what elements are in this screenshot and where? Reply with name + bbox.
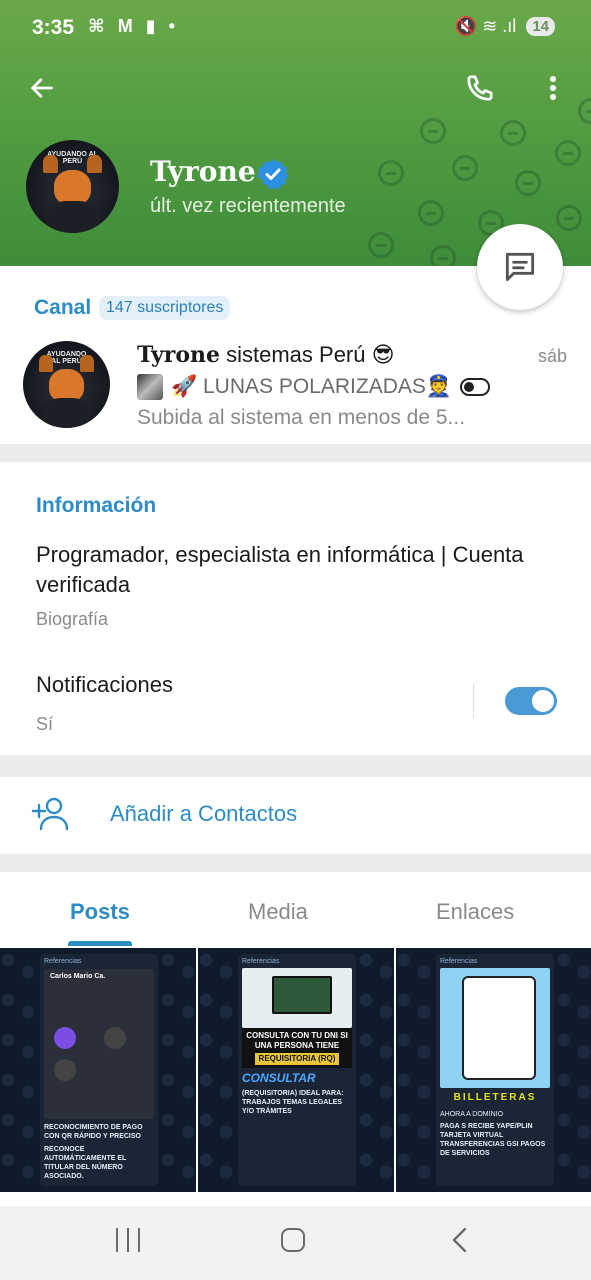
pattern-icon bbox=[430, 245, 456, 266]
notifications-title: Notificaciones bbox=[36, 672, 173, 697]
active-tab-indicator bbox=[68, 941, 132, 946]
back-button[interactable] bbox=[24, 70, 60, 106]
pattern-icon bbox=[578, 98, 591, 124]
status-bar: 3:35 ⌘ M ▮ • 🔇 ≋ .ıl 14 bbox=[0, 0, 591, 56]
post-thumbnail[interactable]: Referencias BILLETERAS AHORA A DOMINIO P… bbox=[396, 948, 591, 1192]
post-header: Carlos Mario Ca. bbox=[50, 973, 106, 980]
pattern-icon bbox=[500, 120, 526, 146]
wallet-phone-image bbox=[440, 968, 550, 1088]
pattern-icon bbox=[556, 205, 582, 231]
channel-section-label: Canal bbox=[34, 296, 92, 319]
rq-badge: REQUISITORIA (RQ) bbox=[254, 1053, 340, 1065]
pattern-icon bbox=[452, 155, 478, 181]
app-screenshot: Carlos Mario Ca. bbox=[44, 969, 154, 1119]
profile-header: 3:35 ⌘ M ▮ • 🔇 ≋ .ıl 14 AYUDANDO AL PERÚ… bbox=[0, 0, 591, 266]
tab-links[interactable]: Enlaces bbox=[436, 899, 514, 925]
system-nav-bar bbox=[0, 1206, 591, 1280]
post-ref-label: Referencias bbox=[44, 958, 82, 965]
verified-badge-icon bbox=[257, 159, 289, 190]
call-button[interactable] bbox=[462, 70, 498, 106]
recent-apps-button[interactable] bbox=[116, 1228, 140, 1252]
post-title: CONSULTA CON TU DNI SI UNA PERSONA TIENE… bbox=[242, 1028, 352, 1068]
last-seen-status: últ. vez recientemente bbox=[150, 195, 346, 217]
channel-last-date: sáb bbox=[537, 346, 567, 366]
bio-text[interactable]: Programador, especialista en informática… bbox=[36, 540, 536, 600]
post-subtitle: AHORA A DOMINIO bbox=[440, 1111, 504, 1118]
channel-avatar: AYUDANDO AL PERÚ bbox=[23, 341, 110, 428]
tab-posts[interactable]: Posts bbox=[70, 899, 130, 925]
back-nav-button[interactable] bbox=[448, 1226, 472, 1254]
post-title-text: CONSULTA CON TU DNI SI UNA PERSONA TIENE bbox=[246, 1031, 348, 1050]
laptop-image bbox=[242, 968, 352, 1028]
pattern-icon bbox=[418, 200, 444, 226]
signal-icons: 🔇 ≋ .ıl bbox=[454, 16, 517, 36]
channel-last-message: 🚀 LUNAS POLARIZADAS👮 bbox=[137, 374, 491, 400]
notification-icons: ⌘ M ▮ • bbox=[88, 16, 179, 36]
status-time: 3:35 bbox=[32, 16, 75, 39]
post-thumbnail[interactable]: Referencias CONSULTA CON TU DNI SI UNA P… bbox=[198, 948, 394, 1192]
post-thumbnail[interactable]: Referencias Carlos Mario Ca. RECONOCIMIE… bbox=[0, 948, 196, 1192]
consultar-text: CONSULTAR bbox=[242, 1071, 316, 1085]
message-button[interactable] bbox=[477, 224, 563, 310]
notifications-value: Sí bbox=[36, 714, 54, 734]
pattern-icon bbox=[555, 140, 581, 166]
posts-grid: Referencias Carlos Mario Ca. RECONOCIMIE… bbox=[0, 948, 591, 1206]
post-ref-label: Referencias bbox=[440, 958, 478, 965]
bio-label: Biografía bbox=[36, 609, 109, 629]
notifications-toggle[interactable] bbox=[505, 687, 557, 715]
channel-title: Tyrone sistemas Perú 😎 bbox=[137, 342, 395, 368]
pattern-icon bbox=[515, 170, 541, 196]
chat-icon bbox=[505, 252, 535, 282]
info-section: Información Programador, especialista en… bbox=[0, 462, 591, 755]
billeteras-title: BILLETERAS bbox=[453, 1092, 537, 1103]
toggle-emoji-icon bbox=[460, 378, 491, 396]
battery-icon: 14 bbox=[526, 17, 555, 36]
channel-preview-text: Subida al sistema en menos de 5... bbox=[137, 406, 466, 429]
add-contact-row[interactable]: Añadir a Contactos bbox=[0, 777, 591, 854]
add-contact-label: Añadir a Contactos bbox=[110, 801, 298, 826]
subscribers-badge: 147 suscriptores bbox=[99, 296, 231, 320]
divider bbox=[473, 684, 474, 718]
pattern-icon bbox=[420, 118, 446, 144]
profile-avatar[interactable]: AYUDANDO AL PERÚ bbox=[26, 140, 119, 233]
home-button[interactable] bbox=[281, 1228, 305, 1252]
more-options-button[interactable] bbox=[538, 70, 568, 106]
post-caption: RECONOCIMIENTO DE PAGO CON QR RÁPIDO Y P… bbox=[44, 1124, 143, 1140]
channel-title-rest: sistemas Perú 😎 bbox=[220, 342, 395, 367]
post-caption: RECONOCE AUTOMÁTICAMENTE EL TITULAR DEL … bbox=[44, 1146, 127, 1180]
info-heading: Información bbox=[36, 494, 157, 517]
phone-icon bbox=[467, 75, 493, 101]
channel-title-bold: Tyrone bbox=[137, 342, 220, 368]
post-caption: (REQUISITORIA) IDEAL PARA: TRABAJOS TEMA… bbox=[242, 1090, 344, 1115]
channel-preview-line: 🚀 LUNAS POLARIZADAS👮 bbox=[171, 375, 453, 398]
add-user-icon bbox=[31, 797, 69, 831]
message-thumbnail bbox=[137, 374, 163, 400]
more-vertical-icon bbox=[550, 76, 556, 100]
tab-media[interactable]: Media bbox=[248, 899, 308, 925]
profile-name: Tyrone bbox=[150, 155, 256, 188]
pattern-icon bbox=[368, 232, 394, 258]
pattern-icon bbox=[378, 160, 404, 186]
arrow-left-icon bbox=[31, 78, 53, 98]
post-caption: PAGA S RECIBE YAPE/PLIN TARJETA VIRTUAL … bbox=[440, 1123, 546, 1157]
post-ref-label: Referencias bbox=[242, 958, 280, 965]
system-icons: 🔇 ≋ .ıl 14 bbox=[455, 16, 555, 37]
media-tabs: Posts Media Enlaces bbox=[0, 872, 591, 948]
